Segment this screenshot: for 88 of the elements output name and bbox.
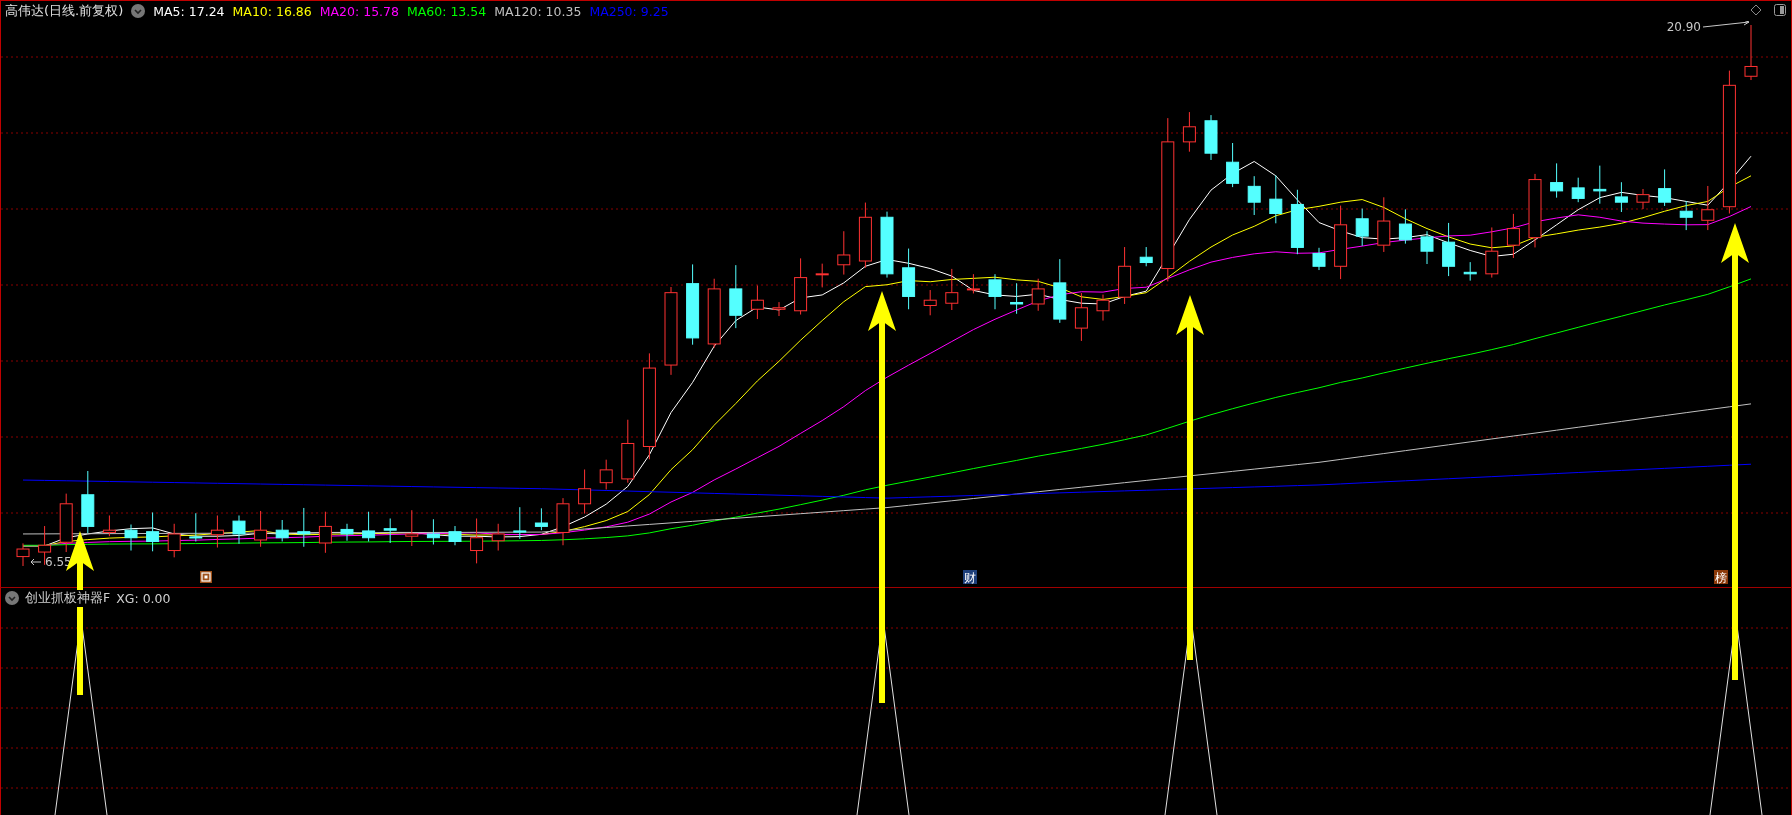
candlestick [405, 509, 419, 547]
candlestick [297, 507, 311, 548]
panel-toggle-icon[interactable] [1774, 4, 1786, 16]
candlestick [1550, 162, 1564, 199]
candlestick [1420, 230, 1434, 265]
candlestick [232, 515, 246, 545]
candlestick [1442, 222, 1456, 277]
candlestick [1139, 246, 1153, 267]
candlestick [1118, 246, 1132, 305]
candlestick [815, 263, 829, 288]
moving-average-value: MA250: 9.25 [589, 3, 669, 19]
candlestick [945, 268, 959, 311]
candlestick [124, 524, 138, 552]
candlestick [1312, 247, 1326, 271]
candlestick [1182, 111, 1196, 153]
candlestick [1074, 292, 1088, 342]
candlestick [167, 523, 181, 558]
candlestick [340, 523, 354, 542]
chevron-down-icon[interactable] [5, 591, 19, 605]
candlestick [966, 273, 980, 294]
candlestick [1053, 258, 1067, 324]
candlestick [448, 525, 462, 546]
candlestick [534, 507, 548, 531]
candlestick [426, 518, 440, 545]
moving-average-value: MA120: 10.35 [494, 3, 582, 19]
candlestick [1377, 196, 1391, 253]
chart-title: 高伟达(日线.前复权) [5, 2, 124, 20]
candlestick [491, 523, 505, 552]
candlestick [1204, 114, 1218, 161]
candlestick [146, 511, 160, 552]
candlestick [599, 459, 613, 490]
candlestick [513, 506, 527, 540]
candlestick [1010, 282, 1024, 315]
candlestick [1506, 213, 1520, 259]
candlestick [1463, 261, 1477, 282]
candlestick [1226, 142, 1240, 188]
candlestick [772, 301, 786, 317]
candlestick [1269, 174, 1283, 224]
candlestick [750, 285, 764, 320]
indicator-title: 创业抓板神器F [25, 589, 111, 607]
candlestick [988, 273, 1002, 310]
candlestick [1571, 177, 1585, 203]
candlestick [275, 519, 289, 542]
event-badge[interactable]: 榜 [1714, 570, 1728, 585]
candlestick [729, 264, 743, 329]
candlestick [1485, 226, 1499, 279]
event-badge[interactable]: 财 [963, 570, 977, 585]
candlestick [102, 515, 116, 537]
chevron-down-icon[interactable] [131, 4, 146, 18]
candlestick [1355, 208, 1369, 247]
high-price-label: 20.90 [1666, 21, 1750, 34]
candlestick [1701, 185, 1715, 231]
candlestick [556, 497, 570, 546]
candlestick [578, 469, 592, 515]
diamond-icon[interactable] [1750, 4, 1762, 16]
candlestick [1636, 188, 1650, 210]
candlestick [1096, 294, 1110, 322]
candlestick [707, 278, 721, 349]
candlestick [16, 542, 30, 567]
candlestick [1679, 200, 1693, 231]
moving-average-value: MA10: 16.86 [232, 3, 312, 19]
candlestick [318, 511, 332, 554]
candlestick [923, 289, 937, 316]
candlestick [1247, 175, 1261, 216]
candlestick [1614, 181, 1628, 213]
candlestick [254, 510, 268, 548]
candlestick [837, 230, 851, 276]
candlestick [470, 518, 484, 564]
candlestick [362, 511, 376, 542]
candlestick [1658, 168, 1672, 207]
candlestick [1031, 278, 1045, 312]
candlestick [858, 202, 872, 269]
candlestick [1744, 24, 1758, 81]
candlestick [189, 512, 203, 542]
candlestick [59, 493, 73, 553]
candlestick [1593, 165, 1607, 205]
candlestick [1398, 208, 1412, 245]
candlestick [81, 470, 95, 534]
candlestick [902, 248, 916, 310]
candlestick [210, 515, 224, 549]
candlestick [383, 518, 397, 544]
candlestick [794, 257, 808, 316]
moving-average-value: MA20: 15.78 [319, 3, 399, 19]
moving-average-value: MA5: 17.24 [153, 3, 225, 19]
moving-average-value: MA60: 13.54 [407, 3, 487, 19]
candlestick [880, 211, 894, 279]
candlestick [621, 419, 635, 484]
candlestick [1290, 189, 1304, 255]
